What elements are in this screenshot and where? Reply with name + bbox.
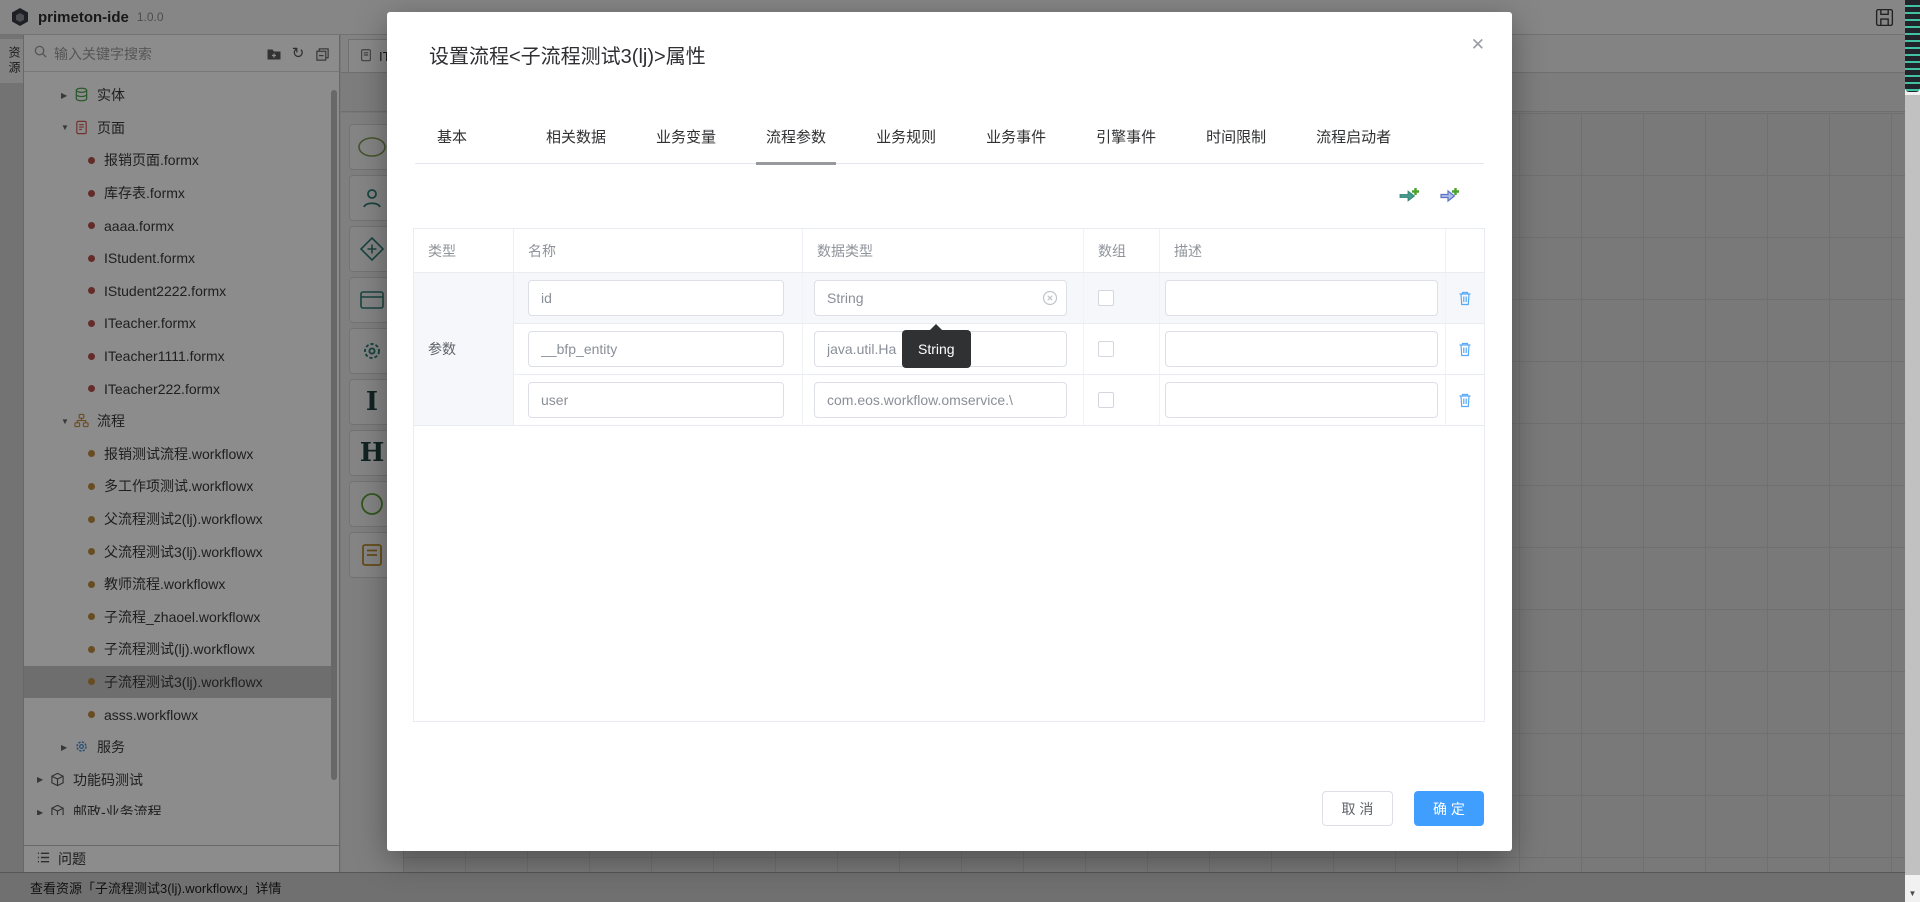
array-checkbox[interactable] [1098, 341, 1114, 357]
dialog-tab[interactable]: 流程启动者 [1316, 112, 1391, 164]
param-description-input[interactable] [1165, 331, 1438, 367]
dialog-tab[interactable]: 业务变量 [656, 112, 716, 164]
column-header: 数据类型 [803, 229, 1084, 272]
column-header: 名称 [514, 229, 803, 272]
column-header [1446, 229, 1484, 272]
param-group-cell: 参数 [414, 273, 514, 426]
page-scrollbar[interactable]: ▼ [1905, 0, 1920, 902]
table-header: 类型名称数据类型数组描述 [414, 229, 1484, 273]
scrollbar-thumb[interactable] [1905, 95, 1920, 875]
app-root: primeton-ide 1.0.0 资源 ↻ ▶实体▼页面报销页面.formx… [0, 0, 1920, 902]
column-header: 描述 [1160, 229, 1446, 272]
param-description-input[interactable] [1165, 382, 1438, 418]
column-header: 数组 [1084, 229, 1160, 272]
dialog-tab[interactable]: 引擎事件 [1096, 112, 1156, 164]
delete-row-icon[interactable] [1457, 392, 1473, 409]
dialog-title: 设置流程<子流程测试3(lj)>属性 [429, 40, 706, 69]
scroll-minimap [1905, 0, 1920, 92]
dialog-tab[interactable]: 业务事件 [986, 112, 1046, 164]
scroll-down-icon[interactable]: ▼ [1905, 885, 1920, 902]
add-input-parameter-icon[interactable] [1398, 186, 1422, 208]
tooltip-arrow-icon [930, 324, 942, 330]
table-toolbar [1398, 186, 1462, 208]
dialog-tab[interactable]: 相关数据 [546, 112, 606, 164]
tooltip-text: String [918, 341, 955, 357]
param-name-input[interactable] [528, 331, 784, 367]
array-checkbox[interactable] [1098, 392, 1114, 408]
clear-icon[interactable] [1042, 290, 1058, 306]
table-row [514, 375, 1484, 426]
table-row [514, 273, 1484, 324]
dialog-tab[interactable]: 业务规则 [876, 112, 936, 164]
dialog-tabbar: 基本 相关数据业务变量流程参数业务规则业务事件引擎事件时间限制流程启动者 [415, 112, 1484, 164]
dialog-tab[interactable]: 时间限制 [1206, 112, 1266, 164]
parameters-table: 类型名称数据类型数组描述 参数 [413, 228, 1485, 722]
param-datatype-input[interactable] [814, 382, 1067, 418]
dialog-tab[interactable]: 流程参数 [766, 112, 826, 164]
confirm-button[interactable]: 确 定 [1414, 791, 1484, 826]
delete-row-icon[interactable] [1457, 341, 1473, 358]
close-icon[interactable]: ✕ [1471, 36, 1485, 53]
param-datatype-input[interactable] [814, 280, 1067, 316]
cancel-button[interactable]: 取 消 [1322, 791, 1393, 826]
array-checkbox[interactable] [1098, 290, 1114, 306]
datatype-tooltip: String [902, 330, 971, 368]
column-header: 类型 [414, 229, 514, 272]
dialog: ✕ 设置流程<子流程测试3(lj)>属性 基本 相关数据业务变量流程参数业务规则业… [387, 12, 1512, 851]
table-row [514, 324, 1484, 375]
dialog-tab[interactable]: 基本 [437, 112, 467, 164]
add-output-parameter-icon[interactable] [1438, 186, 1462, 208]
param-description-input[interactable] [1165, 280, 1438, 316]
delete-row-icon[interactable] [1457, 290, 1473, 307]
param-name-input[interactable] [528, 280, 784, 316]
param-name-input[interactable] [528, 382, 784, 418]
